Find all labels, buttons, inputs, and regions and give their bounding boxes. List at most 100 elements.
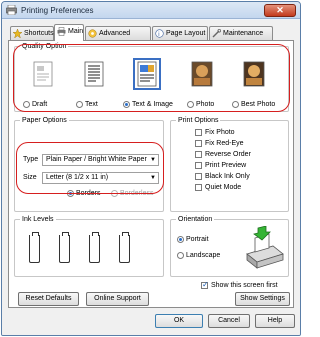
text-label: Text xyxy=(85,101,98,108)
ink-levels-group: Ink Levels xyxy=(14,215,164,277)
best-photo-radio[interactable] xyxy=(232,100,239,108)
page-layout-icon: i xyxy=(155,29,164,38)
quality-best-photo-option[interactable]: Best Photo xyxy=(232,99,275,111)
cancel-button[interactable]: Cancel xyxy=(208,314,250,328)
tab-shortcuts-label: Shortcuts xyxy=(24,30,54,37)
show-screen-first-label: Show this screen first xyxy=(211,282,278,289)
landscape-radio[interactable] xyxy=(177,251,184,259)
show-settings-button[interactable]: Show Settings xyxy=(235,292,290,306)
online-support-button[interactable]: Online Support xyxy=(86,292,149,306)
quality-option-title: Quality Option xyxy=(20,42,69,51)
quality-photo-option[interactable]: Photo xyxy=(187,99,214,111)
orientation-title: Orientation xyxy=(176,215,215,224)
draft-label: Draft xyxy=(32,101,48,108)
text-image-radio[interactable] xyxy=(123,100,130,108)
title-bar[interactable]: Printing Preferences ✕ xyxy=(2,2,300,19)
quality-option-group: Quality Option Draft Text Text & Image P… xyxy=(14,42,289,112)
option-reverse-order[interactable]: Reverse Order xyxy=(195,150,251,160)
quality-text-option[interactable]: Text xyxy=(76,99,98,111)
borders-radio[interactable] xyxy=(67,189,74,197)
ink-cartridge-icon xyxy=(29,232,40,263)
tab-advanced[interactable]: Advanced xyxy=(85,26,151,40)
paper-size-select[interactable]: Letter (8 1/2 x 11 in) ▼ xyxy=(42,172,159,184)
option-quiet-mode[interactable]: Quiet Mode xyxy=(195,183,241,193)
tab-main-label: Main xyxy=(68,28,84,35)
portrait-label: Portrait xyxy=(186,236,209,243)
black-ink-only-label: Black Ink Only xyxy=(205,173,250,180)
ok-button[interactable]: OK xyxy=(155,314,203,328)
tab-advanced-label: Advanced xyxy=(99,30,131,37)
text-and-image-quality-icon[interactable] xyxy=(133,58,161,90)
print-preview-checkbox[interactable] xyxy=(195,161,202,169)
option-fix-photo[interactable]: Fix Photo xyxy=(195,128,235,138)
option-print-preview[interactable]: Print Preview xyxy=(195,161,246,171)
reverse-order-checkbox[interactable] xyxy=(195,150,202,158)
reset-defaults-button[interactable]: Reset Defaults xyxy=(18,292,79,306)
quality-draft-option[interactable]: Draft xyxy=(23,99,47,111)
printer-icon xyxy=(6,5,17,15)
ink-cartridge-icon xyxy=(59,232,70,263)
maintenance-icon xyxy=(212,28,221,38)
option-fix-red-eye[interactable]: Fix Red-Eye xyxy=(195,139,244,149)
draft-quality-icon[interactable] xyxy=(32,61,54,87)
tab-page-layout-label: Page Layout xyxy=(166,30,206,37)
tab-maintenance[interactable]: Maintenance xyxy=(209,26,273,40)
svg-text:i: i xyxy=(158,32,159,38)
photo-label: Photo xyxy=(196,101,215,108)
black-ink-only-checkbox[interactable] xyxy=(195,172,202,180)
paper-type-select[interactable]: Plain Paper / Bright White Paper ▼ xyxy=(42,154,159,166)
close-icon: ✕ xyxy=(276,5,284,15)
tab-main[interactable]: Main xyxy=(54,24,84,41)
quality-text-image-option[interactable]: Text & Image xyxy=(123,99,173,111)
show-screen-first-option[interactable]: Show this screen first xyxy=(201,280,278,291)
print-options-group: Print Options Fix Photo Fix Red-Eye Reve… xyxy=(170,116,289,212)
shortcuts-icon xyxy=(13,28,22,38)
tab-maintenance-label: Maintenance xyxy=(223,30,264,37)
ink-levels-title: Ink Levels xyxy=(20,215,56,224)
text-quality-icon[interactable] xyxy=(83,61,105,87)
paper-size-label: Size xyxy=(23,174,37,181)
tab-shortcuts[interactable]: Shortcuts xyxy=(10,26,54,40)
print-preview-label: Print Preview xyxy=(205,162,247,169)
printing-preferences-window: Printing Preferences ✕ Shortcuts Main Ad… xyxy=(1,1,301,336)
option-black-ink-only[interactable]: Black Ink Only xyxy=(195,172,250,182)
chevron-down-icon: ▼ xyxy=(150,175,156,181)
photo-radio[interactable] xyxy=(187,100,194,108)
photo-quality-icon[interactable] xyxy=(191,61,213,87)
printer-orientation-icon xyxy=(246,226,284,269)
orientation-group: Orientation Portrait Landscape xyxy=(170,215,289,277)
paper-type-value: Plain Paper / Bright White Paper xyxy=(46,156,147,163)
best-photo-label: Best Photo xyxy=(241,101,276,108)
portrait-radio[interactable] xyxy=(177,235,184,243)
borders-option[interactable]: Borders xyxy=(67,189,101,199)
quiet-mode-label: Quiet Mode xyxy=(205,184,242,191)
tab-page-layout[interactable]: i Page Layout xyxy=(152,26,208,40)
ink-cartridge-icon xyxy=(119,232,130,263)
reverse-order-label: Reverse Order xyxy=(205,151,251,158)
paper-type-label: Type xyxy=(23,156,39,163)
fix-red-eye-checkbox[interactable] xyxy=(195,139,202,147)
show-screen-first-checkbox[interactable] xyxy=(201,280,209,290)
fix-red-eye-label: Fix Red-Eye xyxy=(205,140,244,147)
print-options-title: Print Options xyxy=(176,116,221,125)
text-radio[interactable] xyxy=(76,100,83,108)
help-button[interactable]: Help xyxy=(255,314,295,328)
borderless-label: Borderless xyxy=(120,190,154,197)
paper-options-title: Paper Options xyxy=(20,116,69,125)
paper-size-value: Letter (8 1/2 x 11 in) xyxy=(46,174,109,181)
fix-photo-checkbox[interactable] xyxy=(195,128,202,136)
landscape-label: Landscape xyxy=(186,252,221,259)
text-image-label: Text & Image xyxy=(132,101,173,108)
ink-cartridge-icon xyxy=(89,232,100,263)
dialog-client: Shortcuts Main Advanced i Page Layout Mai… xyxy=(2,20,300,335)
best-photo-quality-icon[interactable] xyxy=(243,61,265,87)
close-button[interactable]: ✕ xyxy=(264,4,296,17)
borderless-option[interactable]: Borderless xyxy=(111,189,153,199)
draft-radio[interactable] xyxy=(23,100,30,108)
window-title: Printing Preferences xyxy=(21,6,94,15)
portrait-option[interactable]: Portrait xyxy=(177,235,209,245)
quiet-mode-checkbox[interactable] xyxy=(195,183,202,191)
borderless-radio[interactable] xyxy=(111,189,118,197)
landscape-option[interactable]: Landscape xyxy=(177,251,220,261)
advanced-icon xyxy=(88,29,97,38)
